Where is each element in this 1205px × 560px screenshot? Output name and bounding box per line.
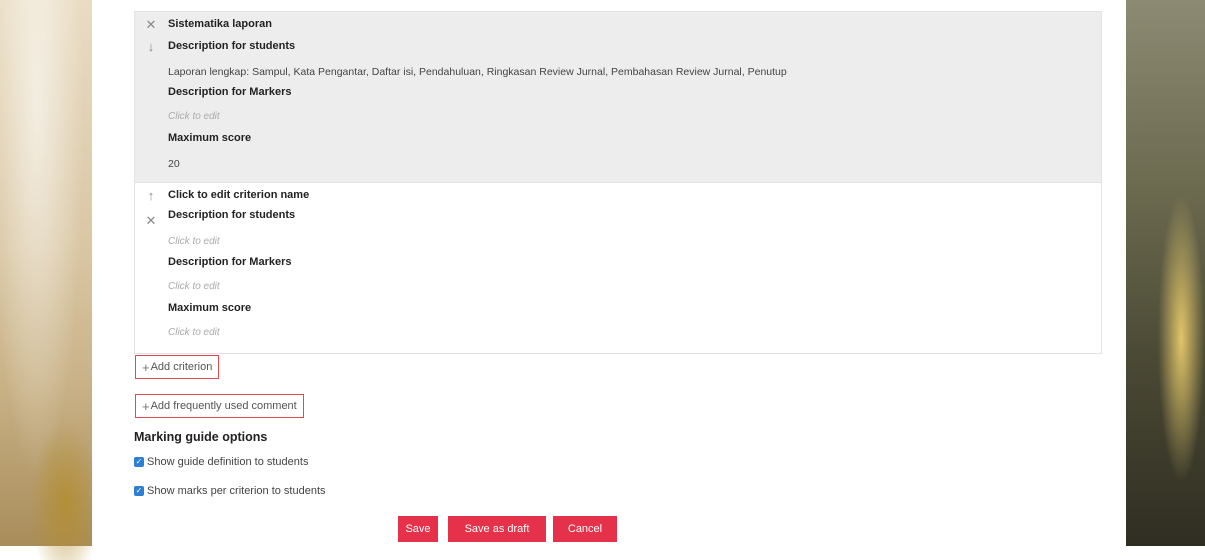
plus-icon: + <box>142 359 150 375</box>
move-down-icon[interactable]: ↓ <box>145 40 157 53</box>
marking-guide-editor: ✕ ↓ Sistematika laporan Description for … <box>92 0 1126 546</box>
checkbox-checked-icon[interactable]: ✓ <box>134 457 144 467</box>
description-markers-value[interactable]: Click to edit <box>168 281 220 292</box>
delete-icon[interactable]: ✕ <box>145 18 157 31</box>
criterion-name[interactable]: Sistematika laporan <box>168 18 272 30</box>
add-comment-button[interactable]: + Add frequently used comment <box>135 394 304 418</box>
add-criterion-button[interactable]: + Add criterion <box>135 355 220 379</box>
description-students-label: Description for students <box>168 209 296 221</box>
cancel-button[interactable]: Cancel <box>553 516 617 542</box>
description-students-value[interactable]: Click to edit <box>168 236 220 247</box>
show-marks-option[interactable]: ✓ Show marks per criterion to students <box>134 485 326 497</box>
show-definition-option[interactable]: ✓ Show guide definition to students <box>134 456 308 468</box>
description-markers-label: Description for Markers <box>168 86 292 98</box>
options-title: Marking guide options <box>134 430 268 444</box>
maximum-score-label: Maximum score <box>168 132 252 144</box>
move-up-icon[interactable]: ↑ <box>145 189 157 202</box>
maximum-score-value[interactable]: 20 <box>168 158 180 170</box>
add-comment-label: Add frequently used comment <box>150 400 297 412</box>
add-criterion-label: Add criterion <box>150 361 213 373</box>
save-button[interactable]: Save <box>398 516 438 542</box>
background-left-panel <box>0 0 100 560</box>
show-marks-label: Show marks per criterion to students <box>147 485 326 497</box>
checkbox-checked-icon[interactable]: ✓ <box>134 486 144 496</box>
description-markers-label: Description for Markers <box>168 256 292 268</box>
maximum-score-label: Maximum score <box>168 302 252 314</box>
criterion-row: ✕ ↓ Sistematika laporan Description for … <box>134 11 1102 183</box>
criterion-row: ↑ ✕ Click to edit criterion name Descrip… <box>134 183 1102 354</box>
show-definition-label: Show guide definition to students <box>147 456 309 468</box>
delete-icon[interactable]: ✕ <box>145 214 157 227</box>
plus-icon: + <box>142 398 150 414</box>
criterion-name[interactable]: Click to edit criterion name <box>168 189 309 201</box>
save-draft-button[interactable]: Save as draft <box>448 516 546 542</box>
description-markers-value[interactable]: Click to edit <box>168 111 220 122</box>
background-right-panel <box>1126 0 1205 546</box>
description-students-value[interactable]: Laporan lengkap: Sampul, Kata Pengantar,… <box>168 66 787 78</box>
maximum-score-value[interactable]: Click to edit <box>168 327 220 338</box>
description-students-label: Description for students <box>168 40 296 52</box>
